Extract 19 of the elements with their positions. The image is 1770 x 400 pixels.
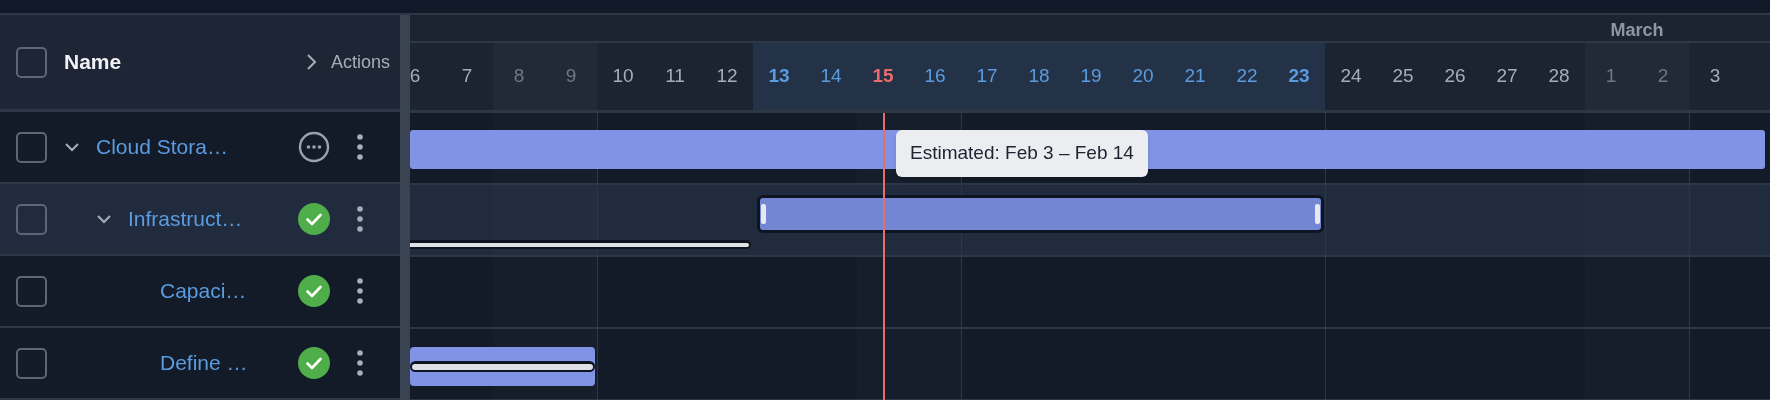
day-header: 16 — [909, 43, 961, 110]
day-header: 9 — [545, 43, 597, 110]
day-header: 1 — [1585, 43, 1637, 110]
day-header: 13 — [753, 43, 805, 110]
day-header: 2 — [1637, 43, 1689, 110]
day-header: 15 — [857, 43, 909, 110]
column-header: Actions — [330, 50, 390, 74]
column-header: Name — [64, 49, 122, 76]
day-header: 19 — [1065, 43, 1117, 110]
day-header: 22 — [1221, 43, 1273, 110]
day-header: 23 — [1273, 43, 1325, 110]
day-header: 18 — [1013, 43, 1065, 110]
day-header: 8 — [493, 43, 545, 110]
day-header: 17 — [961, 43, 1013, 110]
tooltip: Estimated: Feb 3 – Feb 14 — [896, 130, 1148, 177]
day-header: 20 — [1117, 43, 1169, 110]
day-header: 14 — [805, 43, 857, 110]
day-header: 21 — [1169, 43, 1221, 110]
month-label: March — [1609, 19, 1665, 42]
